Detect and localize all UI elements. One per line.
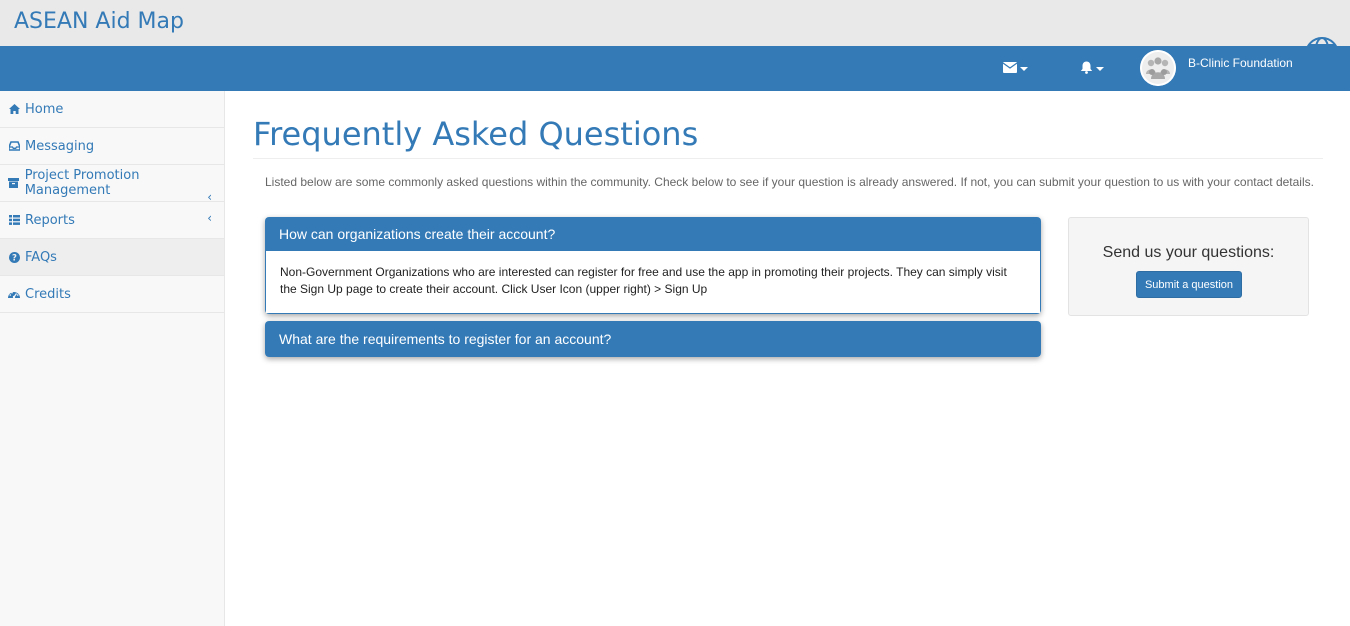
page-title: Frequently Asked Questions	[253, 115, 699, 153]
faq-question-header[interactable]: What are the requirements to register fo…	[265, 321, 1041, 357]
inbox-icon	[8, 140, 20, 152]
sidebar-item-faqs[interactable]: ? FAQs	[0, 239, 224, 276]
caret-down-icon	[1096, 67, 1104, 71]
envelope-icon	[1002, 61, 1018, 77]
table-icon	[8, 214, 20, 226]
sidebar-item-label: Home	[25, 101, 64, 117]
top-bar: ASEAN Aid Map	[0, 0, 1350, 50]
users-avatar-icon[interactable]	[1140, 50, 1176, 86]
sidebar-item-label: Messaging	[25, 138, 95, 154]
notifications-dropdown[interactable]	[1080, 59, 1104, 79]
faq-answer: Non-Government Organizations who are int…	[265, 251, 1041, 314]
contact-panel: Send us your questions: Submit a questio…	[1068, 217, 1309, 316]
faq-question-header[interactable]: How can organizations create their accou…	[265, 217, 1041, 251]
sidebar-item-credits[interactable]: Credits	[0, 276, 224, 313]
faq-item: What are the requirements to register fo…	[265, 321, 1041, 357]
faq-answer-text: Non-Government Organizations who are int…	[280, 265, 1007, 296]
user-name[interactable]: B-Clinic Foundation	[1188, 56, 1293, 70]
bell-icon	[1080, 61, 1093, 78]
sidebar-item-label: Credits	[25, 286, 71, 302]
sidebar-item-reports[interactable]: Reports ‹	[0, 202, 224, 239]
svg-text:?: ?	[12, 253, 17, 262]
faq-intro-text: Listed below are some commonly asked que…	[265, 175, 1314, 189]
sidebar-item-home[interactable]: Home	[0, 91, 224, 128]
main-content: Frequently Asked Questions Listed below …	[226, 91, 1350, 626]
faq-item: How can organizations create their accou…	[265, 217, 1041, 314]
dashboard-icon	[8, 288, 20, 300]
main-navbar: B-Clinic Foundation	[0, 46, 1350, 91]
sidebar-item-messaging[interactable]: Messaging	[0, 128, 224, 165]
sidebar-item-project-promotion-management[interactable]: Project Promotion Management ‹	[0, 165, 224, 204]
home-icon	[8, 103, 20, 115]
contact-panel-title: Send us your questions:	[1102, 244, 1275, 261]
sidebar-item-label: Project Promotion Management	[24, 168, 140, 198]
app-title[interactable]: ASEAN Aid Map	[14, 9, 184, 34]
title-divider	[253, 158, 1323, 159]
chevron-left-icon: ‹	[207, 211, 212, 225]
sidebar-item-label: Reports	[25, 212, 75, 228]
sidebar-item-label: FAQs	[25, 249, 57, 265]
archive-icon	[8, 177, 20, 189]
faq-question: How can organizations create their accou…	[279, 226, 556, 242]
faq-question: What are the requirements to register fo…	[279, 331, 612, 347]
submit-question-button[interactable]: Submit a question	[1136, 271, 1242, 298]
sidebar: Home Messaging Project Promotion Managem…	[0, 91, 225, 626]
question-circle-icon: ?	[8, 251, 20, 263]
caret-down-icon	[1020, 67, 1028, 71]
messages-dropdown[interactable]	[1002, 59, 1028, 79]
